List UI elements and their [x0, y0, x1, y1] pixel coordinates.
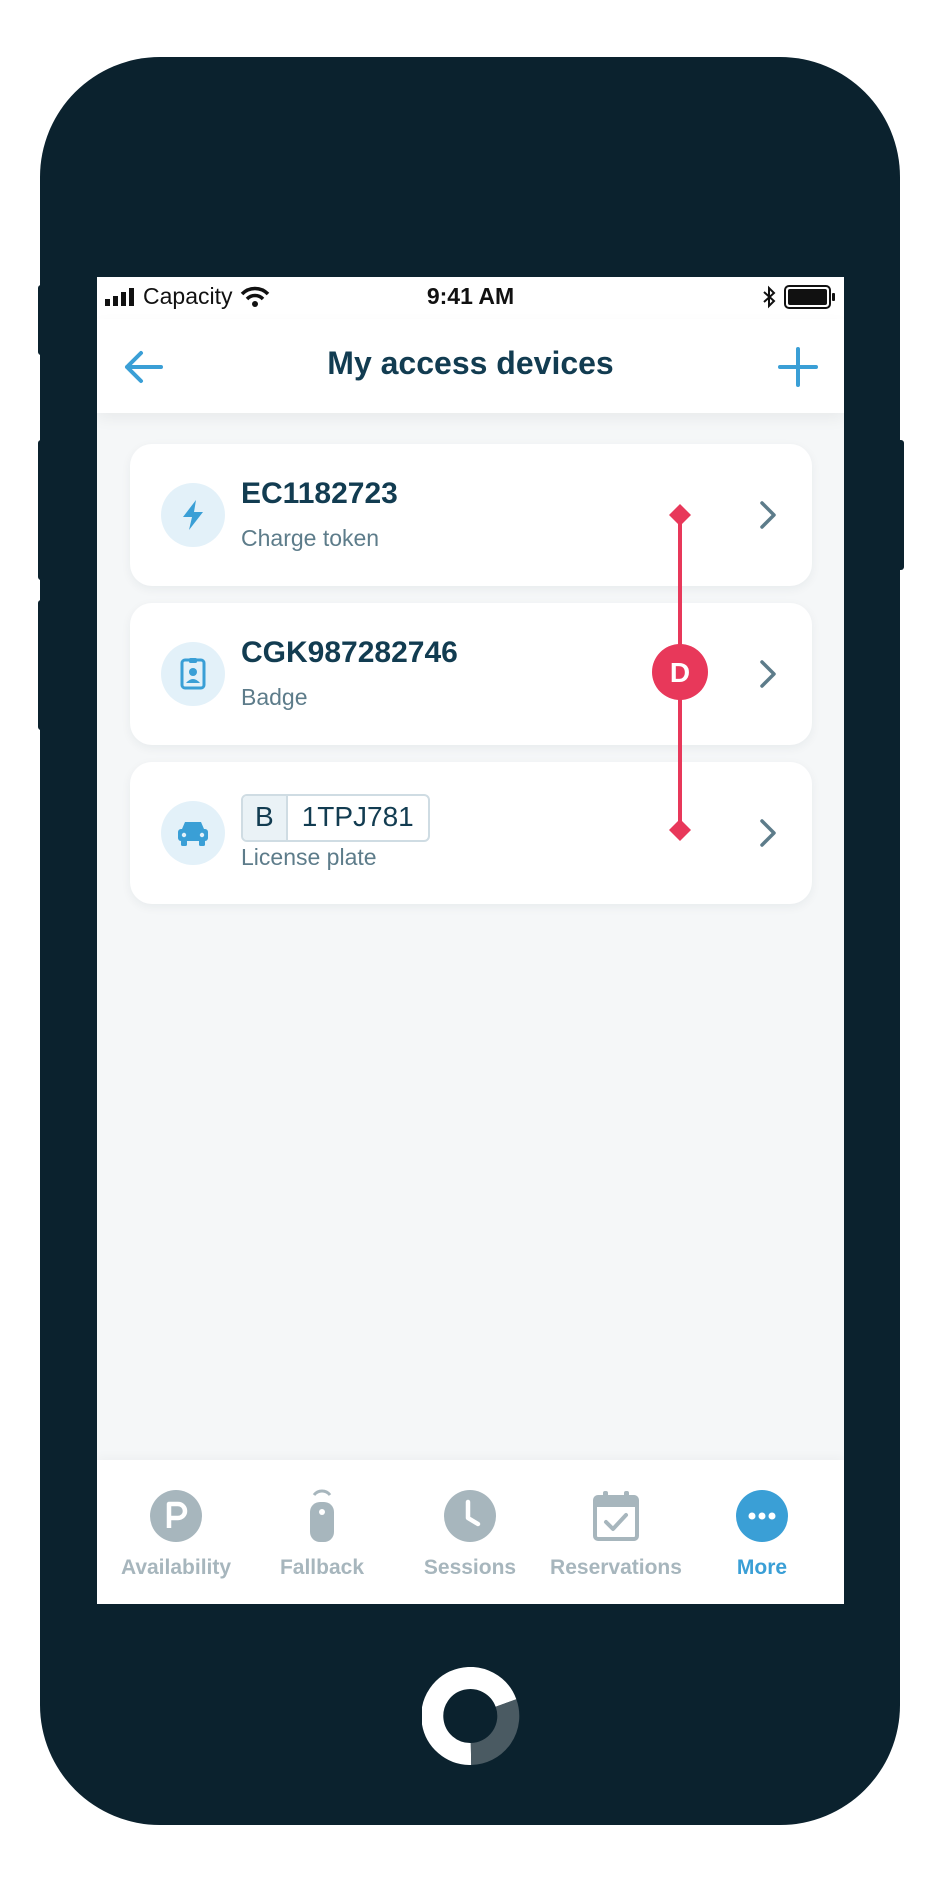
- parking-icon: [148, 1488, 204, 1544]
- device-card-license-plate[interactable]: B 1TPJ781 License plate: [130, 762, 812, 904]
- side-button-left-2: [38, 440, 44, 580]
- lightning-icon: [161, 483, 225, 547]
- device-id: EC1182723: [241, 477, 398, 510]
- clock-icon: [442, 1488, 498, 1544]
- tab-more[interactable]: More: [689, 1488, 835, 1580]
- device-card-badge[interactable]: CGK987282746 Badge: [130, 603, 812, 745]
- remote-icon: [294, 1488, 350, 1544]
- tab-label: More: [736, 1556, 788, 1579]
- status-time: 9:41 AM: [426, 283, 515, 309]
- device-id: CGK987282746: [241, 636, 458, 669]
- tab-bar: Availability Fallback Sessions Reservati…: [97, 1460, 844, 1604]
- chevron-right-icon: [760, 501, 776, 529]
- tab-fallback[interactable]: Fallback: [249, 1488, 395, 1580]
- home-button-logo-icon[interactable]: [422, 1667, 520, 1765]
- side-button-right: [896, 440, 904, 570]
- battery-icon: [784, 285, 835, 309]
- tab-sessions[interactable]: Sessions: [397, 1488, 543, 1580]
- side-button-left: [38, 285, 44, 355]
- plate-number: 1TPJ781: [301, 801, 414, 832]
- more-icon: [734, 1488, 790, 1544]
- license-plate: B 1TPJ781: [241, 794, 430, 842]
- device-type: Charge token: [241, 525, 380, 551]
- tab-label: Reservations: [550, 1556, 682, 1579]
- tab-reservations[interactable]: Reservations: [543, 1488, 689, 1580]
- chevron-right-icon: [760, 819, 776, 847]
- tab-label: Fallback: [279, 1556, 365, 1579]
- tab-label: Availability: [120, 1556, 232, 1579]
- device-type: Badge: [241, 684, 308, 710]
- device-type: License plate: [241, 844, 377, 870]
- plate-country: B: [243, 796, 288, 840]
- tab-availability[interactable]: Availability: [103, 1488, 249, 1580]
- calendar-check-icon: [588, 1488, 644, 1544]
- navigation-bar: My access devices: [97, 319, 844, 413]
- side-button-left-3: [38, 600, 44, 730]
- car-icon: [161, 801, 225, 865]
- page-title: My access devices: [327, 345, 614, 381]
- device-card-charge-token[interactable]: EC1182723 Charge token: [130, 444, 812, 586]
- tab-label: Sessions: [423, 1556, 517, 1579]
- badge-icon: [161, 642, 225, 706]
- app-screen: Capacity 9:41 AM My access devices EC118…: [97, 277, 844, 1604]
- plus-icon[interactable]: [776, 345, 820, 389]
- bluetooth-icon: [763, 285, 776, 309]
- status-bar: Capacity 9:41 AM: [97, 277, 844, 319]
- chevron-right-icon: [760, 660, 776, 688]
